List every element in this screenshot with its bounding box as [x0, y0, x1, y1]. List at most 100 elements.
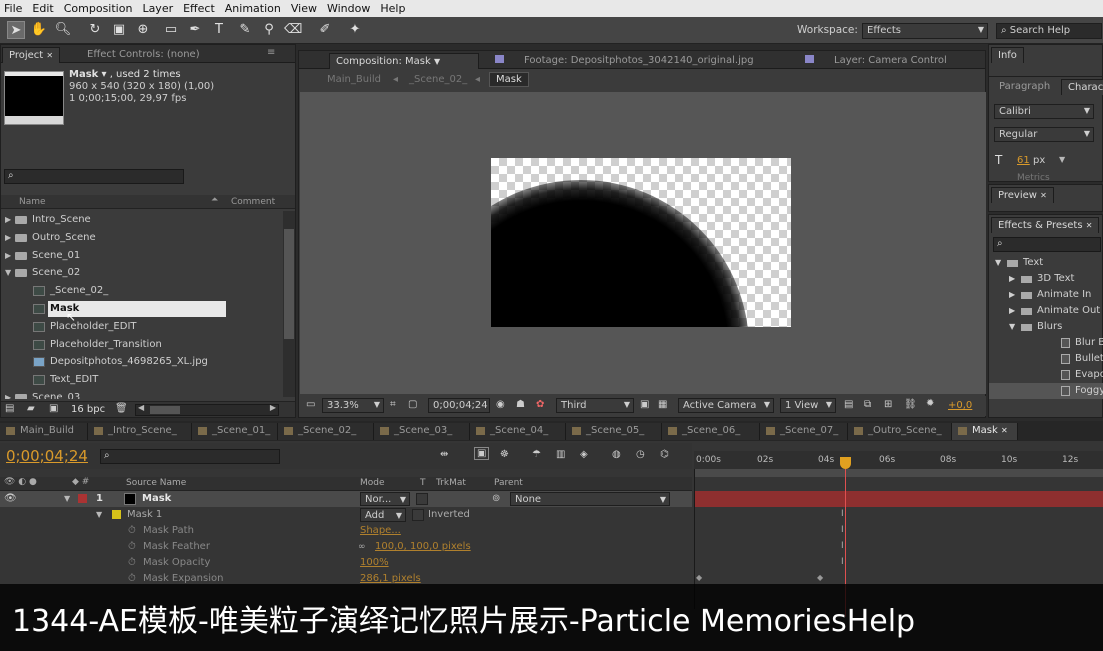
motion-blur-icon[interactable]: ◈	[580, 449, 588, 460]
eye-icon[interactable]: 👁︎	[4, 491, 17, 507]
clone-stamp-tool-icon[interactable]: ⚲	[260, 21, 278, 39]
expand-triangle-icon[interactable]: ▶	[1009, 303, 1015, 319]
exposure-icon[interactable]: ✹	[926, 398, 934, 409]
project-folder[interactable]: ▶ Scene_03	[2, 389, 280, 399]
stopwatch-icon[interactable]: ⏱︎	[128, 555, 136, 571]
pick-whip-icon[interactable]: ⊚	[492, 491, 500, 507]
interpret-footage-icon[interactable]: ▤	[5, 403, 14, 414]
viewer-timecode[interactable]: 0;00;04;24	[428, 398, 490, 413]
show-snapshot-icon[interactable]: ☗	[516, 399, 525, 410]
keyframe-marker-icon[interactable]: I	[841, 541, 844, 551]
effects-preset-item[interactable]: Foggy	[989, 383, 1103, 399]
timeline-search-input[interactable]: ⌕	[100, 449, 280, 464]
keyframe-marker-icon[interactable]: I	[841, 525, 844, 535]
puppet-tool-icon[interactable]: ✦	[346, 21, 364, 39]
trash-icon[interactable]: 🗑︎	[115, 403, 128, 414]
effects-preset-item[interactable]: Evapora	[989, 367, 1103, 383]
scroll-left-icon[interactable]: ◀	[138, 403, 144, 412]
project-item[interactable]: Text_EDIT	[2, 371, 280, 389]
col-comment[interactable]: Comment	[231, 197, 275, 207]
workspace-select[interactable]: Effects ▼	[862, 23, 988, 39]
search-help-input[interactable]: ⌕ Search Help	[996, 23, 1102, 39]
scrollbar-thumb[interactable]	[284, 229, 294, 339]
comp-mini-flowchart-icon[interactable]: ⇹	[440, 449, 448, 460]
effects-search-input[interactable]: ⌕	[993, 237, 1101, 252]
col-mode[interactable]: Mode	[360, 478, 385, 488]
mask-name[interactable]: Mask 1	[127, 507, 162, 523]
layer-duration-bar[interactable]	[694, 491, 1103, 507]
project-item[interactable]: _Scene_02_	[2, 282, 280, 300]
frame-blending-icon[interactable]: ▥	[556, 449, 565, 460]
effects-folder-item[interactable]: ▶ Animate Out	[989, 303, 1103, 319]
expand-triangle-icon[interactable]: ▶	[5, 229, 11, 247]
graph-editor-icon[interactable]: ⌬	[660, 449, 669, 460]
playhead-handle[interactable]	[840, 457, 851, 469]
preserve-transparency-checkbox[interactable]	[416, 493, 428, 505]
panel-menu-icon[interactable]: ≡	[261, 45, 281, 61]
sort-up-icon[interactable]: ⏶	[211, 195, 218, 205]
live-update-icon[interactable]: ▣	[474, 447, 490, 460]
mask-row[interactable]: ▼ Mask 1 Add ▼ Inverted	[0, 507, 692, 523]
timeline-tab[interactable]: _Intro_Scene_	[88, 423, 192, 440]
parent-select[interactable]: None ▼	[510, 492, 670, 506]
col-trkmat[interactable]: TrkMat	[436, 478, 466, 488]
timeline-tab[interactable]: _Scene_04_	[470, 423, 566, 440]
new-folder-icon[interactable]: ▰	[27, 403, 35, 414]
keyframe-marker-icon[interactable]: I	[841, 557, 844, 567]
project-scrollbar[interactable]	[283, 211, 295, 397]
rotate-tool-icon[interactable]: ↻	[86, 21, 104, 39]
menu-file[interactable]: File	[0, 0, 28, 17]
time-ruler[interactable]: 0:00s 02s 04s 06s 08s 10s 12s	[694, 451, 1103, 469]
safe-zones-icon[interactable]: ⌗	[390, 399, 396, 410]
project-search-input[interactable]: ⌕	[4, 169, 184, 184]
timeline-tab[interactable]: _Scene_05_	[566, 423, 662, 440]
selection-tool-icon[interactable]: ➤	[7, 21, 25, 39]
tab-footage[interactable]: Footage: Depositphotos_3042140_original.…	[489, 53, 760, 69]
pen-tool-icon[interactable]: ✒	[186, 21, 204, 39]
timeline-tab[interactable]: _Scene_07_	[760, 423, 848, 440]
chevron-down-icon[interactable]: ▼	[1059, 155, 1065, 164]
close-icon[interactable]: ✕	[1086, 221, 1093, 230]
expand-triangle-icon[interactable]: ▼	[1009, 319, 1015, 335]
project-folder[interactable]: ▶ Outro_Scene	[2, 229, 280, 247]
always-preview-icon[interactable]: ▭	[306, 399, 315, 410]
kerning-value[interactable]: Metrics	[1017, 173, 1050, 183]
hand-tool-icon[interactable]: ✋	[30, 21, 48, 39]
chevron-down-icon[interactable]: ▼	[434, 57, 440, 66]
expand-triangle-icon[interactable]: ▼	[5, 264, 11, 282]
new-comp-icon[interactable]: ▣	[49, 403, 58, 414]
menu-animation[interactable]: Animation	[221, 0, 287, 17]
effects-folder-item[interactable]: ▼ Blurs	[989, 319, 1103, 335]
menu-window[interactable]: Window	[323, 0, 376, 17]
close-icon[interactable]: ✕	[46, 51, 53, 60]
mask-color[interactable]	[112, 510, 121, 519]
pan-behind-tool-icon[interactable]: ⊕	[134, 21, 152, 39]
resolution-select[interactable]: Third ▼	[556, 398, 634, 413]
camera-select[interactable]: Active Camera ▼	[678, 398, 774, 413]
breadcrumb-scene-02[interactable]: _Scene_02_	[409, 74, 467, 85]
menu-help[interactable]: Help	[376, 0, 411, 17]
style-select[interactable]: Regular ▼	[994, 127, 1094, 142]
mask-property-row[interactable]: ⏱︎ Mask Feather ∞ 100,0, 100,0 pixels	[0, 539, 692, 555]
tab-project[interactable]: Project ✕	[2, 47, 61, 63]
hide-shy-icon[interactable]: ☂	[532, 449, 541, 460]
flowchart-icon[interactable]: ⛓	[904, 399, 917, 410]
project-folder[interactable]: ▶ Intro_Scene	[2, 211, 280, 229]
timeline-tab[interactable]: _Scene_02_	[278, 423, 374, 440]
project-item[interactable]: Depositphotos_4698265_XL.jpg	[2, 353, 280, 371]
channels-icon[interactable]: ✿	[536, 399, 544, 410]
brainstorm-icon[interactable]: ◍	[612, 449, 621, 460]
eraser-tool-icon[interactable]: ⌫	[284, 21, 302, 39]
rectangle-tool-icon[interactable]: ▭	[162, 21, 180, 39]
exposure-value[interactable]: +0,0	[948, 400, 972, 411]
stopwatch-icon[interactable]: ⏱︎	[128, 539, 136, 555]
snapshot-icon[interactable]: ◉	[496, 399, 505, 410]
effects-folder-item[interactable]: ▼ Text	[989, 255, 1103, 271]
col-t[interactable]: T	[420, 478, 426, 488]
keyframe-diamond-icon[interactable]: ◆	[696, 573, 702, 582]
timeline-tab[interactable]: _Scene_01_	[192, 423, 278, 440]
draft-3d-icon[interactable]: ☸	[500, 449, 509, 460]
work-area-bar[interactable]	[694, 469, 1103, 477]
views-select[interactable]: 1 View ▼	[780, 398, 836, 413]
fast-previews-icon[interactable]: ⧉	[864, 399, 871, 410]
